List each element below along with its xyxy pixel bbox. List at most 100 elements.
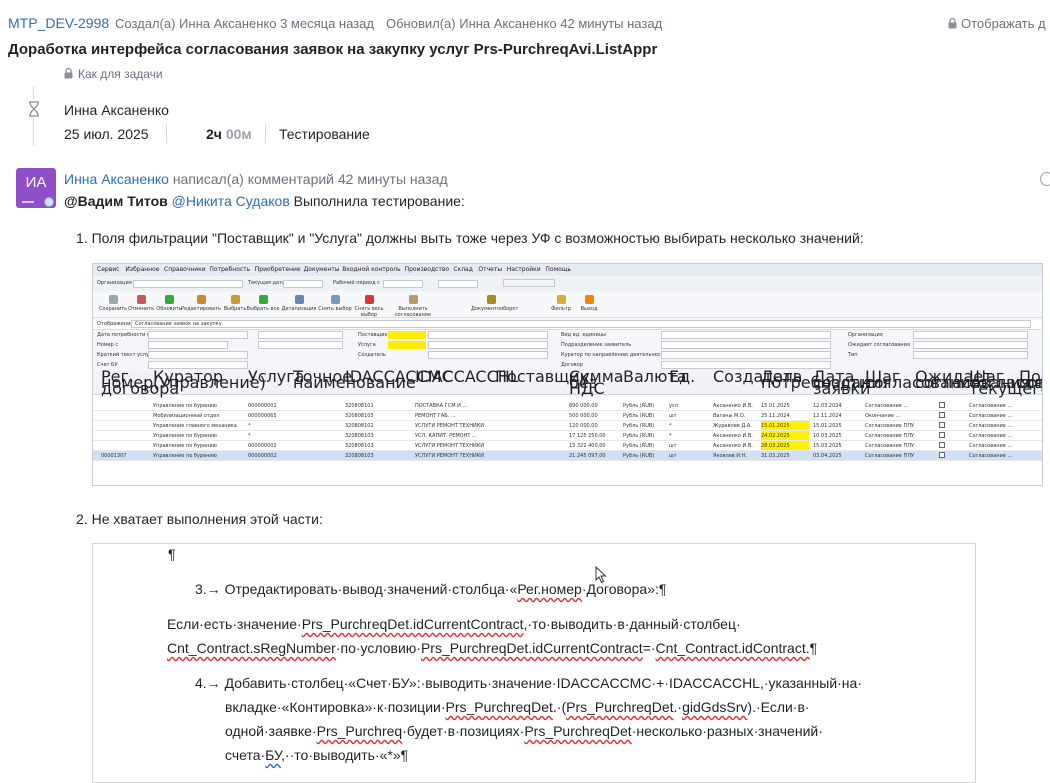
app-filter-label: Ожидает согласования <box>848 342 910 348</box>
app-grid-cell: Управление по бурению <box>153 443 217 449</box>
list-item: 1. Поля фильтрации "Поставщик" и "Услуга… <box>76 230 864 246</box>
app-filter-label: Организация <box>848 332 883 338</box>
app-grid-cell: 31.03.2025 <box>761 453 790 459</box>
app-filter-field <box>428 331 548 339</box>
comment-text: Выполнила тестирование: <box>293 193 465 209</box>
comment-first-line: @Вадим Титов @Никита Судаков Выполнила т… <box>64 193 465 209</box>
app-grid-cell: Управление по бурению <box>153 433 217 439</box>
app-grid-cell: 320808101 <box>345 403 374 409</box>
app-grid-cell: 000000065 <box>248 413 277 419</box>
app-filter-label: Услуга <box>358 342 376 348</box>
app-grid-cell: УСЛУГИ РЕМОНТ ТЕХНИКИ <box>415 443 484 449</box>
app-grid-cell: Согласование ПЛУ <box>865 443 915 449</box>
created-info: Создал(а) Инна Аксаненко 3 месяца назад <box>115 16 374 31</box>
app-grid-row: Мобилизационный отдел 000000065 320808105 Р… <box>93 411 1042 421</box>
app-filter-label: Дата потребности с <box>97 332 150 338</box>
app-grid-checkbox <box>939 422 945 428</box>
comment-header: Инна Аксаненко написал(а) комментарий 42… <box>64 171 448 187</box>
app-display-row: Отображение Согласование заявок на закуп… <box>93 320 1042 330</box>
task-visibility: Как для задачи <box>64 67 163 81</box>
app-grid-cell: ПОСТАВКА ГСМ И ... <box>415 403 468 409</box>
worklog-type: Тестирование <box>279 126 370 142</box>
app-filter-field <box>913 351 1028 359</box>
app-grid-cell: 13 322 400,00 <box>569 443 606 449</box>
app-menu-item: Помощь <box>545 266 571 273</box>
app-grid-cell: * <box>669 433 672 439</box>
app-grid-column-header: Сумма без НДС <box>569 367 624 398</box>
app-grid: Рег. номер договора Куратор (Управление) У… <box>93 367 1042 485</box>
app-grid-row: Управление по бурению 000000001 320808101 П… <box>93 401 1042 411</box>
app-grid-cell: Аксаненко И.В. <box>713 403 753 409</box>
app-grid-cell: 03.04.2025 <box>813 453 842 459</box>
display-toggle[interactable]: Отображать д <box>948 16 1046 31</box>
app-grid-column-header: Ожидает согласования <box>915 367 1031 392</box>
app-grid-checkbox <box>939 452 945 458</box>
display-label: Отображать д <box>961 16 1046 31</box>
mention-nikita[interactable]: @Никита Судаков <box>172 193 290 209</box>
app-filter-label: Номер с <box>97 342 119 348</box>
app-filter-label: Подразделение заявитель <box>561 342 632 348</box>
app-grid-cell: 15.03.2025 <box>813 443 842 449</box>
list-item: 2. Не хватает выполнения этой части: <box>76 511 323 527</box>
app-grid-cell: УСЛУГИ РЕМОНТ ТЕХНИКИ <box>415 453 484 459</box>
hourglass-icon <box>26 100 42 118</box>
app-grid-cell: * <box>669 423 672 429</box>
app-toolbar-button: Детализация <box>279 295 319 312</box>
comment-author[interactable]: Инна Аксаненко <box>64 171 169 187</box>
app-grid-cell: Рубль (RUB) <box>623 433 655 439</box>
app-filter-field <box>258 331 343 339</box>
app-grid-cell: 12.11.2024 <box>813 413 842 419</box>
app-filter-highlight <box>388 331 426 339</box>
avatar-decoration <box>22 201 34 203</box>
app-grid-cell: 00001307 <box>101 453 127 459</box>
app-filter-label: Вид ед. единицы <box>561 332 607 338</box>
doc-item-4-line-1: 4.→ Добавить·столбец·«Счет·БУ»:·выводить… <box>195 675 862 691</box>
app-menu-item: Справочники <box>164 266 206 273</box>
display-row-value: Согласование заявок на закупку <box>135 321 222 327</box>
app-grid-row: Управление по бурению * 320808103 УСЛ. КАПИ… <box>93 431 1042 441</box>
embedded-screenshot[interactable]: Сервис Избранное Справочники Потребность При… <box>92 263 1043 486</box>
worklog-author[interactable]: Инна Аксаненко <box>64 102 169 118</box>
reaction-icon[interactable] <box>1040 172 1050 186</box>
app-grid-cell: * <box>248 433 251 439</box>
app-grid-cell: 25.11.2024 <box>761 413 790 419</box>
issue-key-link[interactable]: MTP_DEV-2998 <box>8 15 109 31</box>
task-label: Как для задачи <box>78 67 163 81</box>
app-grid-cell: Яковлев И.Н. <box>713 453 747 459</box>
mention-vadim[interactable]: @Вадим Титов <box>64 193 168 209</box>
app-grid-cell: 15.01.2025 <box>813 423 842 429</box>
app-grid-cell: 10.03.2025 <box>813 433 842 439</box>
app-filter-field <box>148 331 248 339</box>
app-grid-column-header: Куратор (Управление) <box>153 367 266 392</box>
app-grid-cell: 000000002 <box>248 443 277 449</box>
app-filter-field <box>148 351 248 359</box>
doc-para-line-2: Cnt_Contract.sRegNumber·по·условию·Prs_P… <box>167 640 818 656</box>
app-grid-cell: шт <box>669 453 677 459</box>
lock-icon <box>948 17 957 29</box>
app-grid-cell: шт <box>669 413 677 419</box>
app-menubar: Сервис Избранное Справочники Потребность При… <box>93 264 1042 276</box>
app-grid-cell: 28.03.2025 <box>761 443 790 449</box>
app-grid-cell: 320808102 <box>345 423 374 429</box>
app-grid-cell: Ваганы М.О. <box>713 413 746 419</box>
app-grid-cell: УСЛУГИ РЕМОНТ ТЕХНИКИ <box>415 423 484 429</box>
app-grid-cell: Согласование ... <box>969 403 1013 409</box>
app-grid-cell: шт <box>669 443 677 449</box>
app-grid-column-header: Последнее согласующее <box>1019 367 1042 392</box>
app-grid-cell: 890 000,00 <box>569 403 598 409</box>
app-toolbar-button: Выход <box>569 295 609 312</box>
app-menu-item: Документы <box>303 266 340 273</box>
app-filter-field <box>661 351 831 359</box>
updated-info: Обновил(а) Инна Аксаненко 42 минуты наза… <box>386 16 663 31</box>
app-toolbar-button: Выбрать все <box>243 295 283 312</box>
app-grid-cell: Согласование ПЛУ <box>865 453 915 459</box>
app-grid-cell: Управление по бурению <box>153 453 217 459</box>
app-grid-cell: 000000001 <box>248 403 277 409</box>
avatar-badge-icon <box>44 197 54 207</box>
app-menu-item: Приобретение <box>254 266 301 273</box>
app-grid-cell: Аксаненко И.В. <box>713 443 753 449</box>
app-filter-field <box>661 341 831 349</box>
app-menu-item: Настройки <box>506 266 541 273</box>
app-grid-cell: Согласование ... <box>969 443 1013 449</box>
app-menu-item: Потребность <box>209 266 251 273</box>
